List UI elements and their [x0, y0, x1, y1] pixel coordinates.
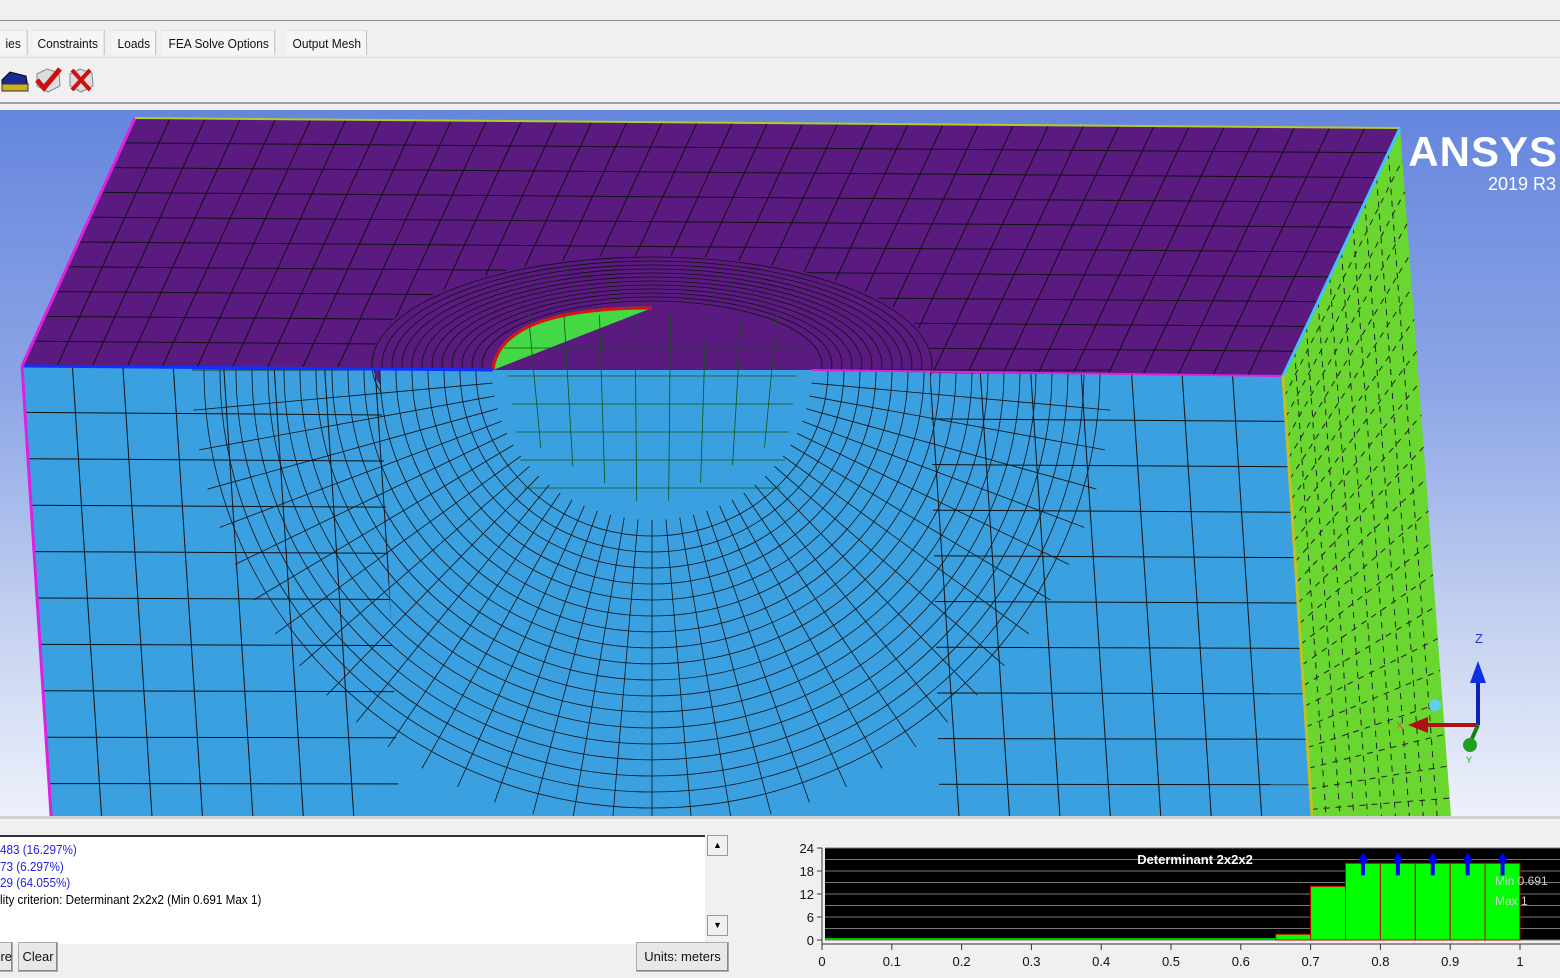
- histogram-title: Determinant 2x2x2: [1137, 852, 1253, 867]
- hole-refinement-front: [380, 370, 940, 816]
- x-tick-label: 0.7: [1302, 954, 1320, 969]
- histogram-bar: [1275, 933, 1312, 941]
- ansys-logo: ANSYS 2019 R3: [1408, 128, 1558, 195]
- y-tick-label: 0: [807, 933, 814, 948]
- accept-mesh-icon[interactable]: [33, 66, 63, 94]
- y-tick-label: 12: [800, 887, 814, 902]
- logo-brand: ANSYS: [1408, 128, 1558, 175]
- tab-loads[interactable]: Loads: [112, 30, 157, 55]
- x-tick-label: 0.2: [953, 954, 971, 969]
- mesh-iron-icon[interactable]: [0, 66, 30, 94]
- tab-fea-solve-options[interactable]: FEA Solve Options: [162, 30, 276, 55]
- x-tick-label: 0.4: [1092, 954, 1110, 969]
- clear-button[interactable]: Clear: [18, 942, 58, 972]
- x-tick-label: 0.3: [1022, 954, 1040, 969]
- tab-bar: ies Constraints Loads FEA Solve Options …: [0, 30, 376, 56]
- y-tick-label: 24: [800, 841, 814, 856]
- x-axis-label: X: [1396, 720, 1404, 732]
- x-tick-label: 0.8: [1371, 954, 1389, 969]
- x-tick-label: 1: [1516, 954, 1523, 969]
- tab-output-mesh[interactable]: Output Mesh: [286, 30, 368, 55]
- message-scrollbar[interactable]: ▲ ▼: [706, 835, 728, 937]
- tab-constraints[interactable]: Constraints: [31, 30, 105, 55]
- message-log[interactable]: 483 (16.297%) 73 (6.297%) 29 (64.055%) l…: [0, 835, 705, 944]
- toolbar: [0, 57, 1560, 104]
- x-tick-label: 0.5: [1162, 954, 1180, 969]
- graphics-viewport[interactable]: ANSYS 2019 R3 Z X Y: [0, 110, 1560, 816]
- min-label: Min 0.691: [1495, 874, 1548, 888]
- message-line: lity criterion: Determinant 2x2x2 (Min 0…: [0, 891, 262, 907]
- scroll-down-button[interactable]: ▼: [707, 915, 728, 936]
- max-label: Max 1: [1495, 894, 1528, 908]
- tab-properties[interactable]: ies: [0, 30, 28, 55]
- y-axis-label: Y: [1466, 755, 1472, 765]
- message-line: 29 (64.055%): [0, 875, 71, 890]
- x-tick-label: 0: [818, 954, 825, 969]
- z-axis-label: Z: [1475, 631, 1483, 646]
- logo-version: 2019 R3: [1487, 174, 1556, 194]
- x-tick-label: 0.6: [1232, 954, 1250, 969]
- y-tick-label: 18: [800, 864, 814, 879]
- x-tick-label: 0.9: [1441, 954, 1459, 969]
- save-button[interactable]: re: [0, 942, 13, 972]
- message-line: 483 (16.297%): [0, 842, 77, 857]
- scroll-up-button[interactable]: ▲: [707, 835, 728, 856]
- y-tick-label: 6: [807, 910, 814, 925]
- title-bar: [0, 0, 1560, 21]
- axis-triad[interactable]: Z X Y: [1390, 625, 1500, 775]
- x-tick-label: 0.1: [883, 954, 901, 969]
- mesh-model: [20, 117, 1451, 816]
- reject-mesh-icon[interactable]: [66, 66, 96, 94]
- message-line: 73 (6.297%): [0, 858, 64, 874]
- units-button[interactable]: Units: meters: [636, 942, 729, 972]
- quality-histogram: 0 6 12 18 24 0 0.1 0.2 0.3 0.4 0.5 0.6 0.7 0.8 0.9 1 Det…: [800, 841, 1560, 969]
- histogram-bar: [1310, 885, 1346, 941]
